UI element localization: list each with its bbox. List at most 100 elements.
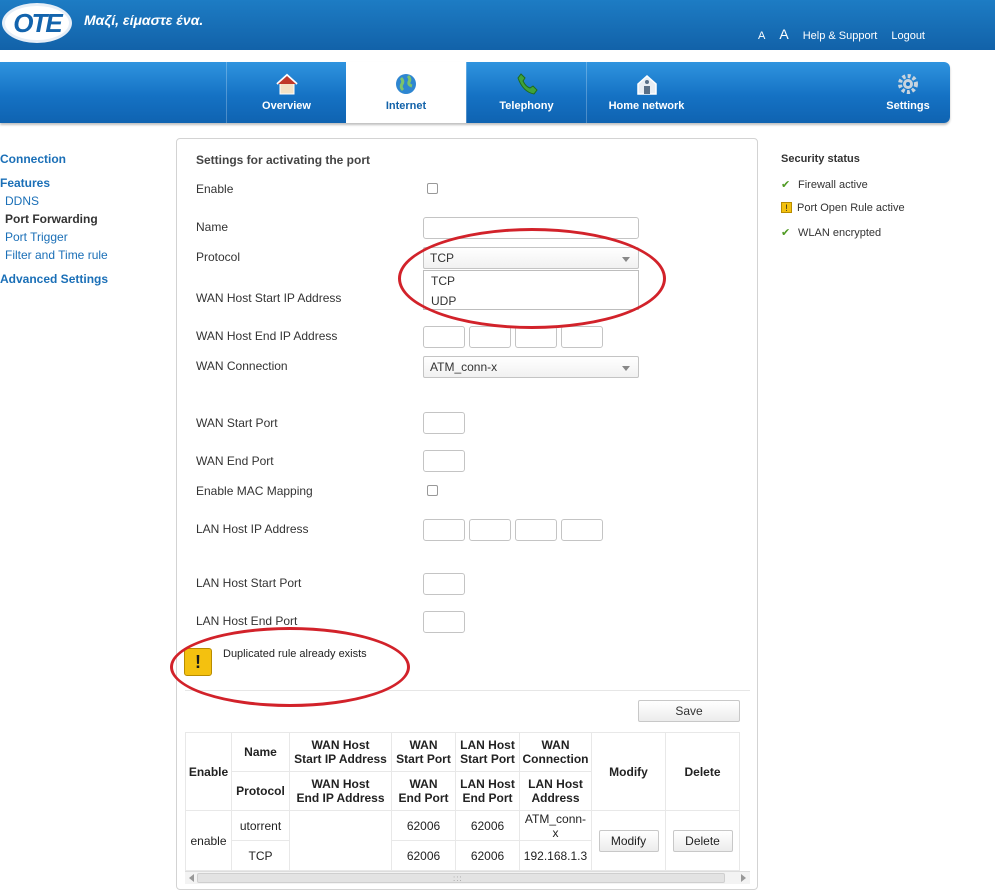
lan-start-port-input[interactable] (423, 573, 465, 595)
divider (185, 690, 750, 691)
check-icon: ✔ (781, 227, 791, 239)
wan-end-port-label: WAN End Port (196, 454, 274, 468)
ote-logo[interactable]: OTE (2, 3, 72, 43)
header-protocol: Protocol (231, 771, 290, 811)
wan-end-port-input[interactable] (423, 450, 465, 472)
header-modify: Modify (591, 732, 666, 811)
cell-wan-end-port: 62006 (391, 840, 456, 871)
ip-octet-3[interactable] (515, 326, 557, 348)
sidebar-item-port-trigger[interactable]: Port Trigger (5, 230, 68, 244)
protocol-option-tcp[interactable]: TCP (424, 271, 638, 291)
cell-delete: Delete (665, 810, 740, 871)
wan-start-port-label: WAN Start Port (196, 416, 278, 430)
chevron-down-icon (622, 257, 630, 262)
sidebar-item-connection[interactable]: Connection (0, 152, 66, 166)
tab-telephony[interactable]: Telephony (466, 62, 586, 123)
horizontal-scrollbar[interactable]: ::: (185, 871, 750, 884)
tab-label: Internet (385, 100, 427, 112)
status-label: WLAN encrypted (798, 227, 882, 239)
help-support-link[interactable]: Help & Support (803, 30, 878, 42)
wan-connection-value: ATM_conn-x (430, 360, 498, 374)
tab-label: Overview (262, 100, 311, 112)
rules-table: Enable Name WAN Host Start IP Address WAN… (185, 732, 740, 871)
table-row: enable utorrent 62006 62006 ATM_conn-x M… (185, 810, 740, 871)
check-icon: ✔ (781, 179, 791, 191)
warning-icon: ! (781, 202, 792, 213)
cell-wan-start-port: 62006 (391, 810, 456, 841)
header-wan-end-port: WAN End Port (391, 771, 456, 811)
cell-modify: Modify (591, 810, 666, 871)
tab-overview[interactable]: Overview (226, 62, 346, 123)
wan-connection-select[interactable]: ATM_conn-x (423, 356, 639, 378)
status-wlan: ✔ WLAN encrypted (781, 226, 881, 239)
gear-icon (898, 74, 918, 94)
tab-settings[interactable]: Settings (848, 62, 968, 123)
ip-octet-4[interactable] (561, 326, 603, 348)
cell-protocol: TCP (231, 840, 290, 871)
modify-button[interactable]: Modify (598, 829, 659, 852)
protocol-label: Protocol (196, 250, 241, 264)
logout-link[interactable]: Logout (891, 30, 925, 42)
wan-start-ip-label: WAN Host Start IP Address (196, 291, 342, 305)
scroll-right-icon[interactable] (741, 874, 746, 882)
home-icon (275, 73, 298, 95)
wan-start-port-input[interactable] (423, 412, 465, 434)
header-lan-start-port: LAN Host Start Port (455, 732, 520, 772)
security-status: Security status ✔ Firewall active ! Port O… (781, 153, 981, 239)
name-input[interactable] (423, 217, 639, 239)
globe-icon (396, 74, 416, 94)
tab-home-network[interactable]: Home network (586, 62, 706, 123)
font-size-small-button[interactable]: A (758, 30, 765, 42)
save-button[interactable]: Save (638, 700, 740, 722)
ip-octet-4[interactable] (561, 519, 603, 541)
ip-octet-2[interactable] (469, 519, 511, 541)
protocol-option-udp[interactable]: UDP (424, 291, 638, 311)
phone-icon (516, 73, 538, 95)
main-nav: Overview Internet Telephony Home network… (0, 62, 950, 123)
scroll-thumb[interactable]: ::: (197, 873, 725, 883)
sidebar-item-features[interactable]: Features (0, 176, 50, 190)
ip-octet-1[interactable] (423, 326, 465, 348)
status-port-open: ! Port Open Rule active (781, 202, 905, 214)
sidebar-item-filter-time-rule[interactable]: Filter and Time rule (5, 248, 108, 262)
enable-label: Enable (196, 182, 234, 196)
lan-start-port-label: LAN Host Start Port (196, 576, 302, 590)
header-wan-start-port: WAN Start Port (391, 732, 456, 772)
enable-mac-checkbox[interactable] (427, 485, 438, 496)
top-header: OTE Μαζί, είμαστε ένα. A A Help & Suppor… (0, 0, 995, 50)
font-size-large-button[interactable]: A (779, 26, 788, 42)
header-name: Name (231, 732, 290, 772)
scroll-grip: ::: (453, 874, 463, 883)
header-wan-start-ip: WAN Host Start IP Address (289, 732, 392, 772)
tab-label: Telephony (499, 100, 554, 112)
port-settings-panel: Settings for activating the port Enable … (176, 138, 758, 890)
scroll-left-icon[interactable] (189, 874, 194, 882)
wan-end-ip-input (423, 326, 607, 348)
cell-enable: enable (185, 810, 232, 871)
header-wan-connection: WAN Connection (519, 732, 592, 772)
sidebar-item-port-forwarding[interactable]: Port Forwarding (5, 212, 98, 226)
protocol-selected-value: TCP (430, 251, 454, 265)
lan-end-port-label: LAN Host End Port (196, 614, 298, 628)
rules-table-container: Enable Name WAN Host Start IP Address WAN… (185, 732, 750, 884)
sidebar-item-advanced-settings[interactable]: Advanced Settings (0, 272, 108, 286)
name-label: Name (196, 220, 229, 234)
tab-label: Settings (886, 100, 930, 112)
status-label: Firewall active (798, 179, 868, 191)
slogan: Μαζί, είμαστε ένα. (84, 12, 204, 28)
ip-octet-3[interactable] (515, 519, 557, 541)
tab-internet[interactable]: Internet (346, 62, 466, 123)
ip-octet-1[interactable] (423, 519, 465, 541)
cell-lan-end-port: 62006 (455, 840, 520, 871)
lan-end-port-input[interactable] (423, 611, 465, 633)
header-lan-address: LAN Host Address (519, 771, 592, 811)
delete-button[interactable]: Delete (672, 829, 733, 852)
security-status-title: Security status (781, 153, 860, 165)
cell-name: utorrent (231, 810, 290, 841)
ip-octet-2[interactable] (469, 326, 511, 348)
cell-wan-ip (289, 810, 392, 871)
enable-checkbox[interactable] (427, 183, 438, 194)
chevron-down-icon (622, 366, 630, 371)
sidebar-item-ddns[interactable]: DDNS (5, 194, 39, 208)
protocol-select[interactable]: TCP (423, 247, 639, 269)
